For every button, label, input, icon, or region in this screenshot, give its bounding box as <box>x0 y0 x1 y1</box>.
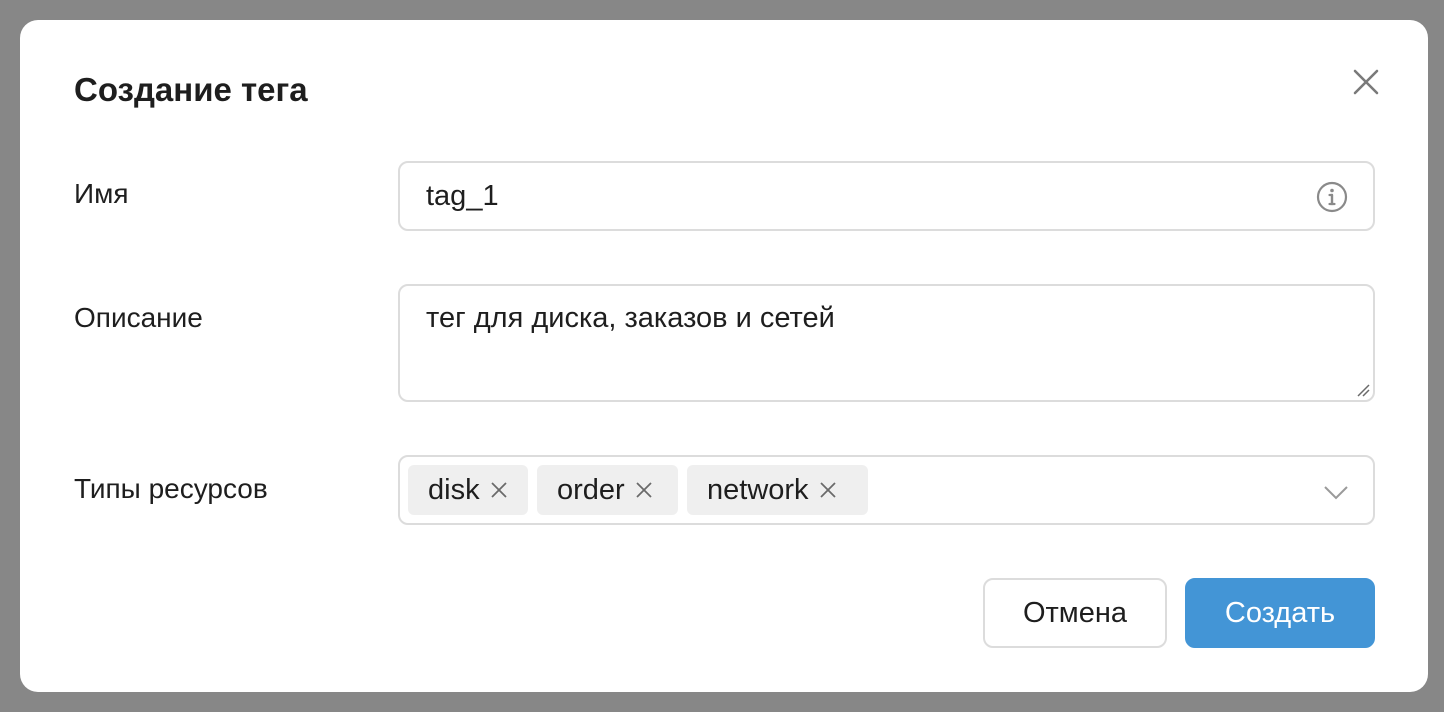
create-tag-dialog: Создание тега Имя tag_1 Описание тег для… <box>20 20 1428 692</box>
remove-chip-icon[interactable] <box>819 481 837 499</box>
description-textarea-value: тег для диска, заказов и сетей <box>426 302 835 334</box>
chip-network: network <box>687 465 868 515</box>
name-label: Имя <box>74 178 129 209</box>
dialog-title: Создание тега <box>74 71 308 108</box>
chip-disk: disk <box>408 465 528 515</box>
info-icon[interactable] <box>1315 180 1349 214</box>
chip-label: disk <box>428 474 480 506</box>
create-button[interactable]: Создать <box>1185 578 1375 648</box>
description-textarea[interactable]: тег для диска, заказов и сетей <box>398 284 1375 402</box>
close-icon <box>1353 69 1379 95</box>
name-input-value: tag_1 <box>426 180 499 212</box>
resource-types-label: Типы ресурсов <box>74 473 268 504</box>
name-input[interactable]: tag_1 <box>398 161 1375 231</box>
chip-label: network <box>707 474 809 506</box>
chip-label: order <box>557 474 625 506</box>
cancel-button[interactable]: Отмена <box>983 578 1167 648</box>
chevron-down-icon[interactable] <box>1323 479 1349 505</box>
close-button[interactable] <box>1348 64 1384 100</box>
remove-chip-icon[interactable] <box>635 481 653 499</box>
resource-types-select[interactable]: disk order network <box>398 455 1375 525</box>
chip-order: order <box>537 465 678 515</box>
description-label: Описание <box>74 302 203 333</box>
remove-chip-icon[interactable] <box>490 481 508 499</box>
resize-handle-icon[interactable] <box>1355 382 1371 398</box>
